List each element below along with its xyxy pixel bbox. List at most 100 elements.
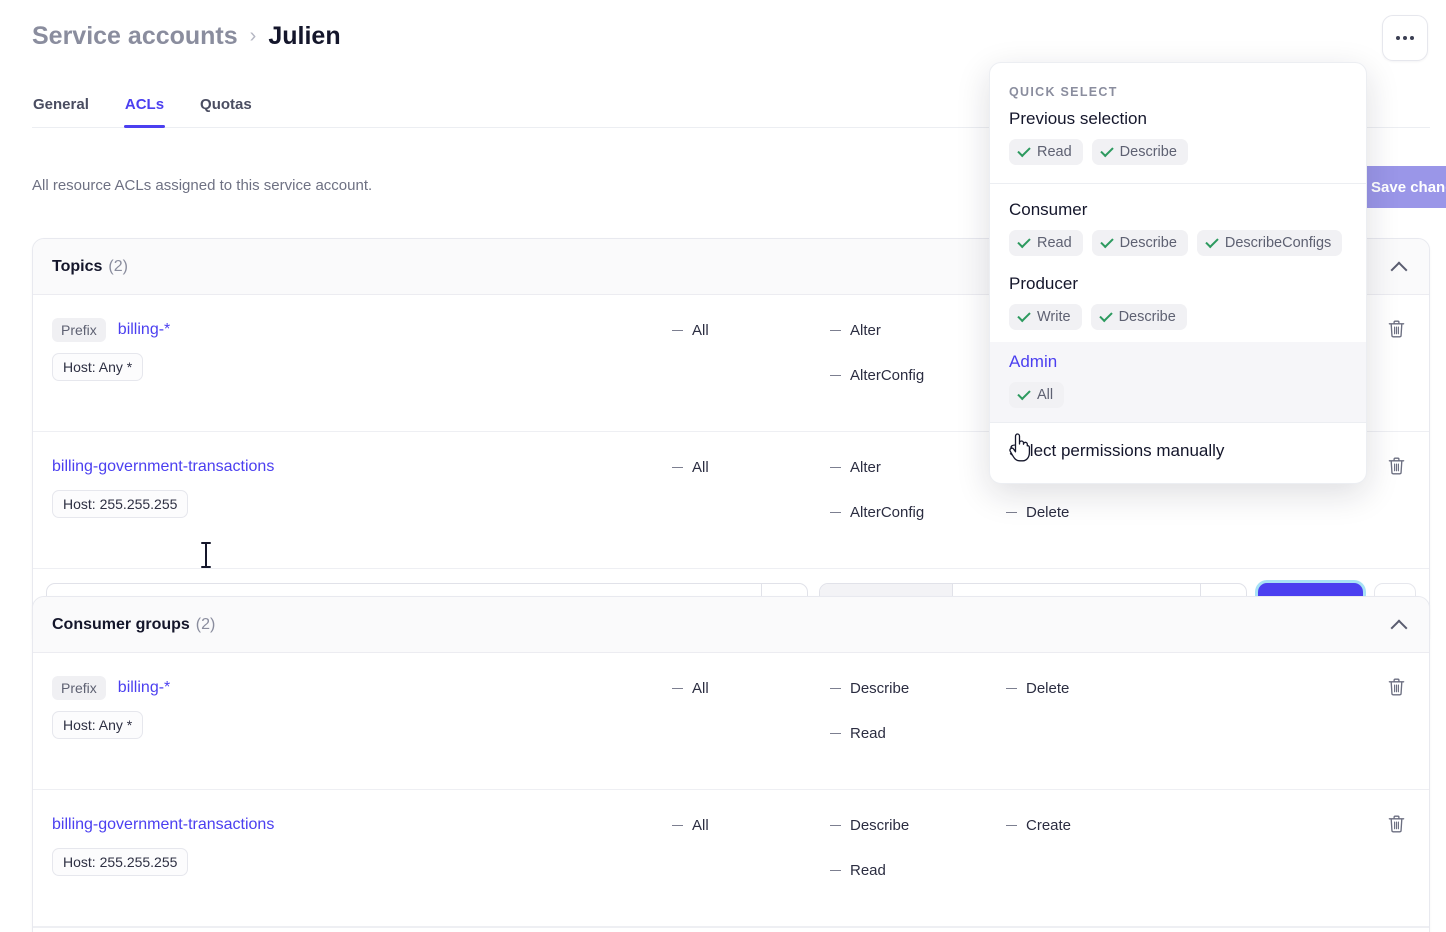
permission-label: AlterConfig: [850, 367, 925, 384]
more-options-button[interactable]: [1382, 15, 1428, 61]
quick-select-group-consumer[interactable]: Consumer Read Describe DescribeConfigs: [990, 184, 1366, 266]
permissions-grid: All Describe Read Create: [672, 812, 1363, 904]
permission-chip[interactable]: Describe: [1091, 139, 1188, 165]
check-icon: [1017, 234, 1031, 249]
permission-chip[interactable]: Read: [1009, 230, 1083, 256]
permission-chip[interactable]: Describe: [1091, 230, 1188, 256]
dash-icon: [830, 869, 841, 872]
permission-column: All: [672, 456, 830, 546]
permission-column: All: [672, 677, 830, 767]
trash-icon[interactable]: [1387, 814, 1406, 834]
resource-cell: billing-government-transactions Host: 25…: [52, 454, 672, 518]
chevron-up-icon[interactable]: [1389, 256, 1411, 278]
permission-label: Delete: [1026, 680, 1070, 697]
trash-icon[interactable]: [1387, 456, 1406, 476]
breadcrumb: Service accounts › Julien: [32, 22, 341, 51]
check-icon: [1017, 308, 1031, 323]
chevron-up-icon[interactable]: [1389, 614, 1411, 636]
consumer-groups-card-header[interactable]: Consumer groups (2): [33, 597, 1429, 653]
resource-cell: Prefix billing-* Host: Any *: [52, 317, 672, 381]
permission-label: All: [692, 680, 709, 697]
page-title: Julien: [268, 22, 341, 50]
group-title: Previous selection: [1009, 109, 1147, 128]
quick-select-group-admin[interactable]: Admin All: [990, 342, 1366, 422]
permission-item: All: [672, 677, 830, 700]
permission-item: Alter: [830, 456, 1006, 479]
check-icon: [1017, 143, 1031, 158]
check-icon: [1205, 234, 1219, 249]
quick-select-group-producer[interactable]: Producer Write Describe: [990, 266, 1366, 342]
permission-chip[interactable]: DescribeConfigs: [1196, 230, 1343, 256]
dash-icon: [1006, 511, 1017, 514]
breadcrumb-separator-icon: ›: [249, 25, 257, 47]
permission-label: AlterConfig: [850, 504, 925, 521]
consumer-groups-count: (2): [195, 615, 216, 633]
prefix-badge: Prefix: [52, 676, 106, 700]
permission-item: All: [672, 814, 830, 837]
breadcrumb-root[interactable]: Service accounts: [32, 22, 238, 51]
dash-icon: [830, 329, 841, 332]
chip-label: Read: [1037, 144, 1072, 160]
permission-label: Alter: [850, 459, 881, 476]
permission-item: Alter: [830, 319, 1006, 342]
permission-label: Describe: [850, 817, 910, 834]
dot-icon: [1396, 36, 1400, 40]
chip-label: Describe: [1119, 235, 1177, 251]
tab-quotas[interactable]: Quotas: [199, 96, 253, 127]
select-permissions-manually-item[interactable]: Select permissions manually: [990, 422, 1366, 483]
add-consumer-group-button[interactable]: + Add consumer group: [33, 927, 1429, 932]
group-title: Consumer: [1009, 200, 1088, 219]
permission-item: Delete: [1006, 677, 1164, 700]
dash-icon: [672, 824, 683, 827]
permission-chip[interactable]: Describe: [1090, 304, 1187, 330]
resource-link[interactable]: billing-government-transactions: [52, 816, 274, 834]
topics-title: Topics: [52, 257, 103, 275]
permission-item: Read: [830, 859, 1006, 882]
dash-icon: [672, 329, 683, 332]
chip-label: DescribeConfigs: [1224, 235, 1332, 251]
chip-label: Write: [1037, 309, 1071, 325]
table-row: Prefix billing-* Host: Any * All Describ…: [33, 653, 1429, 790]
dash-icon: [1006, 687, 1017, 690]
permission-item: All: [672, 319, 830, 342]
permission-column: Alter AlterConfig: [830, 456, 1006, 546]
permission-label: Create: [1026, 817, 1072, 834]
chip-list: Write Describe: [1009, 304, 1347, 330]
permission-chip[interactable]: Read: [1009, 139, 1083, 165]
mouse-cursor-pointer: [1009, 433, 1031, 462]
dot-icon: [1403, 36, 1407, 40]
delete-cell: [1363, 675, 1429, 697]
chip-list: All: [1009, 382, 1347, 408]
permission-label: Read: [850, 725, 886, 742]
permission-label: Delete: [1026, 504, 1070, 521]
tab-general[interactable]: General: [32, 96, 90, 127]
tab-acls[interactable]: ACLs: [123, 96, 166, 128]
consumer-groups-card: Consumer groups (2) Prefix billing-* Hos…: [32, 596, 1430, 932]
check-icon: [1099, 234, 1114, 249]
resource-link[interactable]: billing-government-transactions: [52, 458, 274, 476]
resource-link[interactable]: billing-*: [118, 321, 170, 339]
permission-column: Delete: [1006, 677, 1164, 767]
trash-icon[interactable]: [1387, 677, 1406, 697]
delete-cell: [1363, 317, 1429, 339]
dash-icon: [830, 687, 841, 690]
dash-icon: [672, 466, 683, 469]
check-icon: [1099, 143, 1114, 158]
prefix-badge: Prefix: [52, 318, 106, 342]
dash-icon: [830, 732, 841, 735]
trash-icon[interactable]: [1387, 319, 1406, 339]
dash-icon: [830, 511, 841, 514]
dash-icon: [1006, 824, 1017, 827]
permission-column: All: [672, 319, 830, 409]
permissions-grid: All Describe Read Delete: [672, 675, 1363, 767]
permission-label: All: [692, 322, 709, 339]
check-icon: [1098, 308, 1113, 323]
resource-link[interactable]: billing-*: [118, 679, 170, 697]
permission-chip[interactable]: Write: [1009, 304, 1082, 330]
permission-column: Describe Read: [830, 677, 1006, 767]
chip-label: All: [1037, 387, 1054, 403]
permission-item: All: [672, 456, 830, 479]
permission-label: Describe: [850, 680, 910, 697]
permission-chip[interactable]: All: [1009, 382, 1065, 408]
permission-label: Read: [850, 862, 886, 879]
